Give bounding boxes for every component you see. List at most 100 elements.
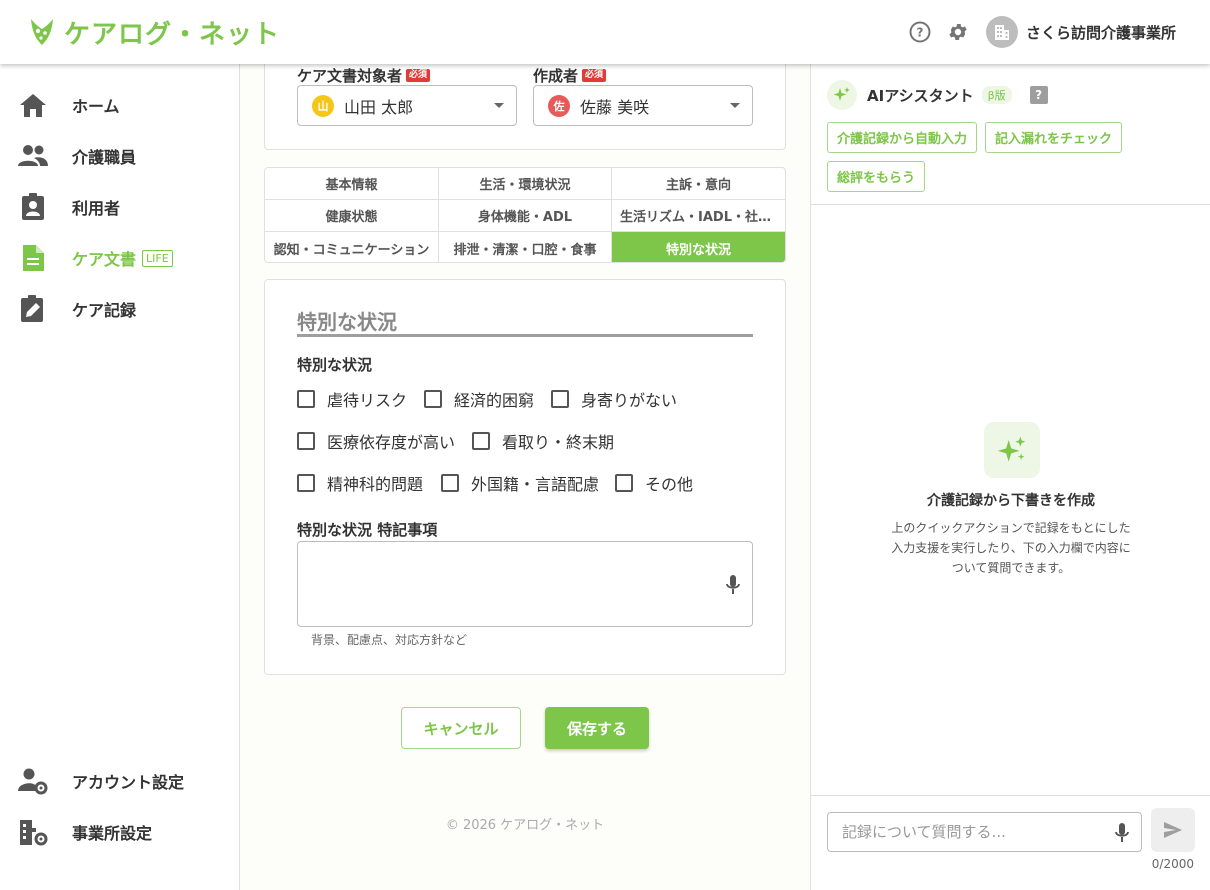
- checkbox-label: その他: [645, 475, 694, 494]
- sidebar-item-label: ケア文書: [72, 250, 137, 269]
- sidebar-item-users[interactable]: 利用者: [0, 182, 239, 232]
- quick-action-summary[interactable]: 総評をもらう: [827, 161, 925, 192]
- checkbox-financial-hardship[interactable]: 経済的困窮: [424, 387, 534, 411]
- character-counter: 0/2000: [1151, 857, 1194, 871]
- sidebar-item-staff[interactable]: 介護職員: [0, 131, 239, 181]
- building-icon[interactable]: [985, 16, 1018, 48]
- chevron-down-icon: [730, 103, 740, 108]
- ai-assistant-panel: AIアシスタント β版 ? 介護記録から自動入力 記入漏れをチェック 総評をもら…: [810, 64, 1210, 890]
- tab-chief-complaint[interactable]: 主訴・意向: [612, 168, 785, 200]
- notes-label: 特別な状況 特記事項: [297, 521, 438, 539]
- checkbox-label: 虐待リスク: [327, 391, 408, 410]
- save-button[interactable]: 保存する: [545, 707, 649, 749]
- tab-label: 生活・環境状況: [479, 178, 571, 193]
- tab-basic-info[interactable]: 基本情報: [265, 168, 439, 200]
- checkbox-box[interactable]: [297, 390, 315, 408]
- tab-physical-adl[interactable]: 身体機能・ADL: [439, 200, 612, 232]
- sidebar-item-label: ホーム: [72, 97, 120, 116]
- tab-label: 認知・コミュニケーション: [273, 242, 430, 258]
- sidebar-item-office-settings[interactable]: 事業所設定: [0, 807, 239, 857]
- subject-card: ケア文書対象者 必須 作成者 必須 山 山田 太郎 佐 佐藤 美咲: [264, 64, 786, 150]
- checkbox-box[interactable]: [424, 390, 442, 408]
- divider: [811, 795, 1210, 796]
- checkbox-box[interactable]: [297, 474, 315, 492]
- checkbox-end-of-life[interactable]: 看取り・終末期: [472, 429, 614, 453]
- checkbox-foreign-language[interactable]: 外国籍・言語配慮: [441, 471, 599, 495]
- sidebar-item-home[interactable]: ホーム: [0, 80, 239, 130]
- gear-icon[interactable]: [946, 20, 970, 44]
- tab-label: 特別な状況: [665, 242, 731, 258]
- checkbox-label: 精神科的問題: [327, 475, 424, 494]
- people-icon: [18, 141, 48, 171]
- tab-excretion-hygiene[interactable]: 排泄・清潔・口腔・食事: [439, 232, 612, 262]
- app-logo[interactable]: ケアログ・ネット: [28, 14, 280, 51]
- target-label: ケア文書対象者 必須: [297, 65, 431, 86]
- checkbox-box[interactable]: [472, 432, 490, 450]
- sidebar-item-care-documents[interactable]: ケア文書 LIFE: [0, 233, 239, 283]
- checkbox-label: 経済的困窮: [454, 391, 535, 410]
- sidebar-item-account-settings[interactable]: アカウント設定: [0, 756, 239, 806]
- target-select[interactable]: 山 山田 太郎: [297, 85, 517, 126]
- author-label: 作成者 必須: [533, 65, 607, 86]
- checkbox-box[interactable]: [551, 390, 569, 408]
- microphone-icon[interactable]: [724, 573, 742, 597]
- author-value: 佐藤 美咲: [580, 97, 650, 117]
- microphone-icon[interactable]: [1113, 821, 1131, 845]
- ai-title: AIアシスタント: [867, 86, 974, 105]
- ai-question-field[interactable]: [827, 812, 1142, 852]
- home-icon: [18, 90, 48, 120]
- tab-special-situation[interactable]: 特別な状況: [612, 232, 785, 262]
- avatar: 山: [312, 94, 334, 117]
- tab-label: 基本情報: [325, 178, 378, 193]
- checkbox-box[interactable]: [297, 432, 315, 450]
- section-tabs: 基本情報 生活・環境状況 主訴・意向 健康状態 身体機能・ADL 生活リズム・I…: [264, 167, 786, 263]
- main-content: ケア文書対象者 必須 作成者 必須 山 山田 太郎 佐 佐藤 美咲 基本情報 生…: [240, 64, 810, 890]
- divider: [297, 334, 753, 337]
- ai-empty-title: 介護記録から下書きを作成: [927, 493, 1095, 509]
- quick-action-autofill[interactable]: 介護記録から自動入力: [827, 122, 977, 153]
- sidebar-item-care-records[interactable]: ケア記録: [0, 284, 239, 334]
- chevron-down-icon: [494, 103, 504, 108]
- checkbox-no-relatives[interactable]: 身寄りがない: [551, 387, 677, 411]
- checkbox-psychiatric[interactable]: 精神科的問題: [297, 471, 423, 495]
- checkbox-label: 医療依存度が高い: [327, 433, 456, 452]
- ai-empty-description: 上のクイックアクションで記録をもとにした入力支援を実行したり、下の入力欄で内容に…: [891, 521, 1131, 575]
- tab-label: 生活リズム・IADL・社会参加: [620, 210, 777, 225]
- checkbox-other[interactable]: その他: [615, 471, 693, 495]
- ai-question-input[interactable]: [828, 813, 1098, 851]
- checkbox-box[interactable]: [615, 474, 633, 492]
- section-title: 特別な状況: [297, 310, 397, 334]
- checkbox-label: 身寄りがない: [581, 391, 678, 410]
- send-icon: [1164, 822, 1182, 838]
- user-badge-icon: [18, 192, 48, 222]
- tab-cognition[interactable]: 認知・コミュニケーション: [265, 232, 439, 262]
- sidebar-item-label: 介護職員: [72, 148, 137, 167]
- tab-label: 健康状態: [325, 210, 378, 225]
- sparkle-icon: [984, 422, 1040, 478]
- author-label-text: 作成者: [533, 67, 579, 85]
- tab-living-environment[interactable]: 生活・環境状況: [439, 168, 612, 200]
- footer-copyright: © 2026 ケアログ・ネット: [445, 818, 605, 833]
- help-icon[interactable]: ?: [908, 20, 932, 44]
- divider: [811, 204, 1210, 205]
- tab-health[interactable]: 健康状態: [265, 200, 439, 232]
- checkbox-high-medical-dependency[interactable]: 医療依存度が高い: [297, 429, 455, 453]
- org-name[interactable]: さくら訪問介護事業所: [1026, 22, 1176, 43]
- ai-header: AIアシスタント β版 ?: [827, 80, 1048, 110]
- author-select[interactable]: 佐 佐藤 美咲: [533, 85, 753, 126]
- send-button[interactable]: [1151, 808, 1195, 852]
- account-settings-icon: [18, 766, 48, 796]
- notes-textarea[interactable]: [297, 541, 753, 627]
- quick-action-check-missing[interactable]: 記入漏れをチェック: [985, 122, 1122, 153]
- cancel-button[interactable]: キャンセル: [401, 707, 521, 749]
- tab-rhythm-iadl[interactable]: 生活リズム・IADL・社会参加: [612, 200, 785, 232]
- edit-clipboard-icon: [18, 294, 48, 324]
- required-badge: 必須: [406, 69, 431, 82]
- tab-label: 排泄・清潔・口腔・食事: [453, 242, 597, 258]
- target-value: 山田 太郎: [344, 97, 414, 117]
- checkbox-label: 看取り・終末期: [502, 433, 615, 452]
- notes-helper: 背景、配慮点、対応方針など: [311, 633, 468, 647]
- checkbox-abuse-risk[interactable]: 虐待リスク: [297, 387, 407, 411]
- checkbox-box[interactable]: [441, 474, 459, 492]
- help-icon[interactable]: ?: [1029, 86, 1048, 104]
